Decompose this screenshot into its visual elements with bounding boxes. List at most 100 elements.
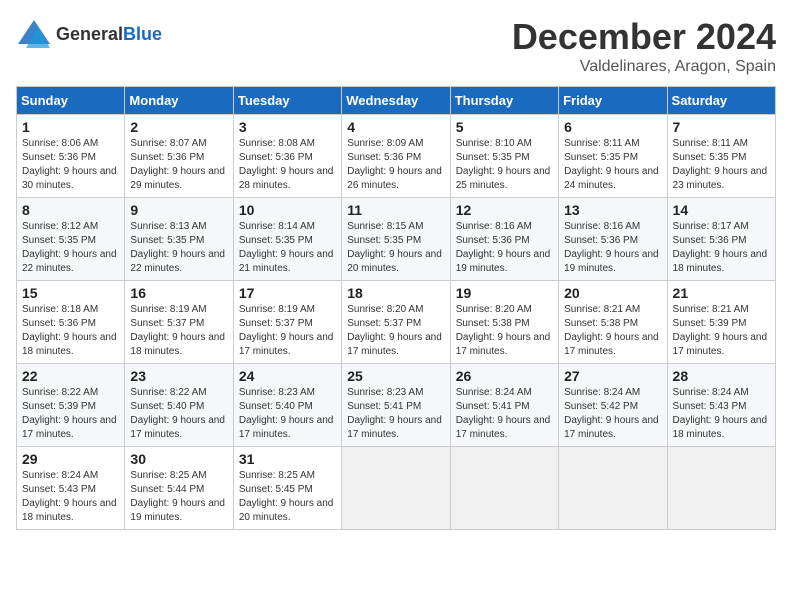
calendar-week-row: 22 Sunrise: 8:22 AM Sunset: 5:39 PM Dayli…: [17, 364, 776, 447]
cell-info: Sunrise: 8:19 AM Sunset: 5:37 PM Dayligh…: [130, 303, 227, 359]
cell-info: Sunrise: 8:18 AM Sunset: 5:36 PM Dayligh…: [22, 303, 119, 359]
calendar-cell: 26 Sunrise: 8:24 AM Sunset: 5:41 PM Dayli…: [450, 364, 558, 447]
cell-info: Sunrise: 8:07 AM Sunset: 5:36 PM Dayligh…: [130, 137, 227, 193]
day-number: 31: [239, 451, 336, 467]
calendar-cell: 20Sunrise: 8:21 AM Sunset: 5:38 PM Dayli…: [559, 281, 667, 364]
day-number: 4: [347, 119, 444, 135]
calendar-cell: 25 Sunrise: 8:23 AM Sunset: 5:41 PM Dayli…: [342, 364, 450, 447]
day-number: 22: [22, 368, 119, 384]
calendar-week-row: 15Sunrise: 8:18 AM Sunset: 5:36 PM Dayli…: [17, 281, 776, 364]
col-header-tuesday: Tuesday: [233, 87, 341, 115]
calendar-cell: 17Sunrise: 8:19 AM Sunset: 5:37 PM Dayli…: [233, 281, 341, 364]
calendar-cell: 24 Sunrise: 8:23 AM Sunset: 5:40 PM Dayli…: [233, 364, 341, 447]
cell-info: Sunrise: 8:22 AM Sunset: 5:39 PM Dayligh…: [22, 386, 119, 442]
calendar-cell: 21Sunrise: 8:21 AM Sunset: 5:39 PM Dayli…: [667, 281, 775, 364]
day-number: 2: [130, 119, 227, 135]
month-title: December 2024: [512, 16, 776, 58]
col-header-thursday: Thursday: [450, 87, 558, 115]
day-number: 14: [673, 202, 770, 218]
cell-info: Sunrise: 8:11 AM Sunset: 5:35 PM Dayligh…: [564, 137, 661, 193]
day-number: 5: [456, 119, 553, 135]
title-block: December 2024 Valdelinares, Aragon, Spai…: [512, 16, 776, 76]
logo: GeneralBlue: [16, 16, 162, 52]
cell-info: Sunrise: 8:16 AM Sunset: 5:36 PM Dayligh…: [456, 220, 553, 276]
day-number: 25: [347, 368, 444, 384]
calendar-body: 1Sunrise: 8:06 AM Sunset: 5:36 PM Daylig…: [17, 115, 776, 530]
calendar-cell: 4 Sunrise: 8:09 AM Sunset: 5:36 PM Daylig…: [342, 115, 450, 198]
calendar-cell: 15Sunrise: 8:18 AM Sunset: 5:36 PM Dayli…: [17, 281, 125, 364]
calendar-cell: 27 Sunrise: 8:24 AM Sunset: 5:42 PM Dayli…: [559, 364, 667, 447]
calendar-cell: 29 Sunrise: 8:24 AM Sunset: 5:43 PM Dayli…: [17, 447, 125, 530]
calendar-cell: 12 Sunrise: 8:16 AM Sunset: 5:36 PM Dayli…: [450, 198, 558, 281]
calendar-cell: 8Sunrise: 8:12 AM Sunset: 5:35 PM Daylig…: [17, 198, 125, 281]
cell-info: Sunrise: 8:20 AM Sunset: 5:38 PM Dayligh…: [456, 303, 553, 359]
cell-info: Sunrise: 8:14 AM Sunset: 5:35 PM Dayligh…: [239, 220, 336, 276]
calendar-cell: 9Sunrise: 8:13 AM Sunset: 5:35 PM Daylig…: [125, 198, 233, 281]
cell-info: Sunrise: 8:10 AM Sunset: 5:35 PM Dayligh…: [456, 137, 553, 193]
calendar-cell: 7 Sunrise: 8:11 AM Sunset: 5:35 PM Daylig…: [667, 115, 775, 198]
day-number: 30: [130, 451, 227, 467]
calendar-cell: 10 Sunrise: 8:14 AM Sunset: 5:35 PM Dayli…: [233, 198, 341, 281]
day-number: 18: [347, 285, 444, 301]
calendar-week-row: 8Sunrise: 8:12 AM Sunset: 5:35 PM Daylig…: [17, 198, 776, 281]
day-number: 27: [564, 368, 661, 384]
calendar-cell: 23 Sunrise: 8:22 AM Sunset: 5:40 PM Dayli…: [125, 364, 233, 447]
col-header-monday: Monday: [125, 87, 233, 115]
calendar-cell: 5 Sunrise: 8:10 AM Sunset: 5:35 PM Daylig…: [450, 115, 558, 198]
cell-info: Sunrise: 8:19 AM Sunset: 5:37 PM Dayligh…: [239, 303, 336, 359]
location-title: Valdelinares, Aragon, Spain: [512, 58, 776, 76]
page-header: GeneralBlue December 2024 Valdelinares, …: [16, 16, 776, 76]
day-number: 20: [564, 285, 661, 301]
day-number: 12: [456, 202, 553, 218]
calendar-cell: [559, 447, 667, 530]
day-number: 26: [456, 368, 553, 384]
day-number: 21: [673, 285, 770, 301]
day-number: 7: [673, 119, 770, 135]
day-number: 28: [673, 368, 770, 384]
cell-info: Sunrise: 8:24 AM Sunset: 5:42 PM Dayligh…: [564, 386, 661, 442]
cell-info: Sunrise: 8:25 AM Sunset: 5:45 PM Dayligh…: [239, 469, 336, 525]
calendar-cell: 1Sunrise: 8:06 AM Sunset: 5:36 PM Daylig…: [17, 115, 125, 198]
day-number: 9: [130, 202, 227, 218]
col-header-wednesday: Wednesday: [342, 87, 450, 115]
calendar-cell: 28Sunrise: 8:24 AM Sunset: 5:43 PM Dayli…: [667, 364, 775, 447]
cell-info: Sunrise: 8:16 AM Sunset: 5:36 PM Dayligh…: [564, 220, 661, 276]
cell-info: Sunrise: 8:25 AM Sunset: 5:44 PM Dayligh…: [130, 469, 227, 525]
calendar-cell: [450, 447, 558, 530]
calendar-cell: 3 Sunrise: 8:08 AM Sunset: 5:36 PM Daylig…: [233, 115, 341, 198]
calendar-week-row: 1Sunrise: 8:06 AM Sunset: 5:36 PM Daylig…: [17, 115, 776, 198]
cell-info: Sunrise: 8:22 AM Sunset: 5:40 PM Dayligh…: [130, 386, 227, 442]
cell-info: Sunrise: 8:12 AM Sunset: 5:35 PM Dayligh…: [22, 220, 119, 276]
cell-info: Sunrise: 8:08 AM Sunset: 5:36 PM Dayligh…: [239, 137, 336, 193]
calendar-cell: 31 Sunrise: 8:25 AM Sunset: 5:45 PM Dayli…: [233, 447, 341, 530]
calendar-cell: 30 Sunrise: 8:25 AM Sunset: 5:44 PM Dayli…: [125, 447, 233, 530]
day-number: 24: [239, 368, 336, 384]
day-number: 10: [239, 202, 336, 218]
calendar-cell: [342, 447, 450, 530]
logo-text-blue: Blue: [123, 24, 162, 44]
day-number: 11: [347, 202, 444, 218]
calendar-week-row: 29 Sunrise: 8:24 AM Sunset: 5:43 PM Dayli…: [17, 447, 776, 530]
day-number: 16: [130, 285, 227, 301]
calendar-header-row: SundayMondayTuesdayWednesdayThursdayFrid…: [17, 87, 776, 115]
day-number: 23: [130, 368, 227, 384]
calendar-cell: 11Sunrise: 8:15 AM Sunset: 5:35 PM Dayli…: [342, 198, 450, 281]
col-header-saturday: Saturday: [667, 87, 775, 115]
calendar-cell: 19Sunrise: 8:20 AM Sunset: 5:38 PM Dayli…: [450, 281, 558, 364]
cell-info: Sunrise: 8:09 AM Sunset: 5:36 PM Dayligh…: [347, 137, 444, 193]
calendar-cell: 16 Sunrise: 8:19 AM Sunset: 5:37 PM Dayli…: [125, 281, 233, 364]
cell-info: Sunrise: 8:24 AM Sunset: 5:41 PM Dayligh…: [456, 386, 553, 442]
cell-info: Sunrise: 8:06 AM Sunset: 5:36 PM Dayligh…: [22, 137, 119, 193]
calendar-cell: 13 Sunrise: 8:16 AM Sunset: 5:36 PM Dayli…: [559, 198, 667, 281]
cell-info: Sunrise: 8:23 AM Sunset: 5:41 PM Dayligh…: [347, 386, 444, 442]
cell-info: Sunrise: 8:24 AM Sunset: 5:43 PM Dayligh…: [22, 469, 119, 525]
day-number: 29: [22, 451, 119, 467]
cell-info: Sunrise: 8:23 AM Sunset: 5:40 PM Dayligh…: [239, 386, 336, 442]
day-number: 3: [239, 119, 336, 135]
calendar-cell: 18Sunrise: 8:20 AM Sunset: 5:37 PM Dayli…: [342, 281, 450, 364]
cell-info: Sunrise: 8:11 AM Sunset: 5:35 PM Dayligh…: [673, 137, 770, 193]
col-header-friday: Friday: [559, 87, 667, 115]
logo-text-general: General: [56, 24, 123, 44]
day-number: 13: [564, 202, 661, 218]
calendar-table: SundayMondayTuesdayWednesdayThursdayFrid…: [16, 86, 776, 530]
